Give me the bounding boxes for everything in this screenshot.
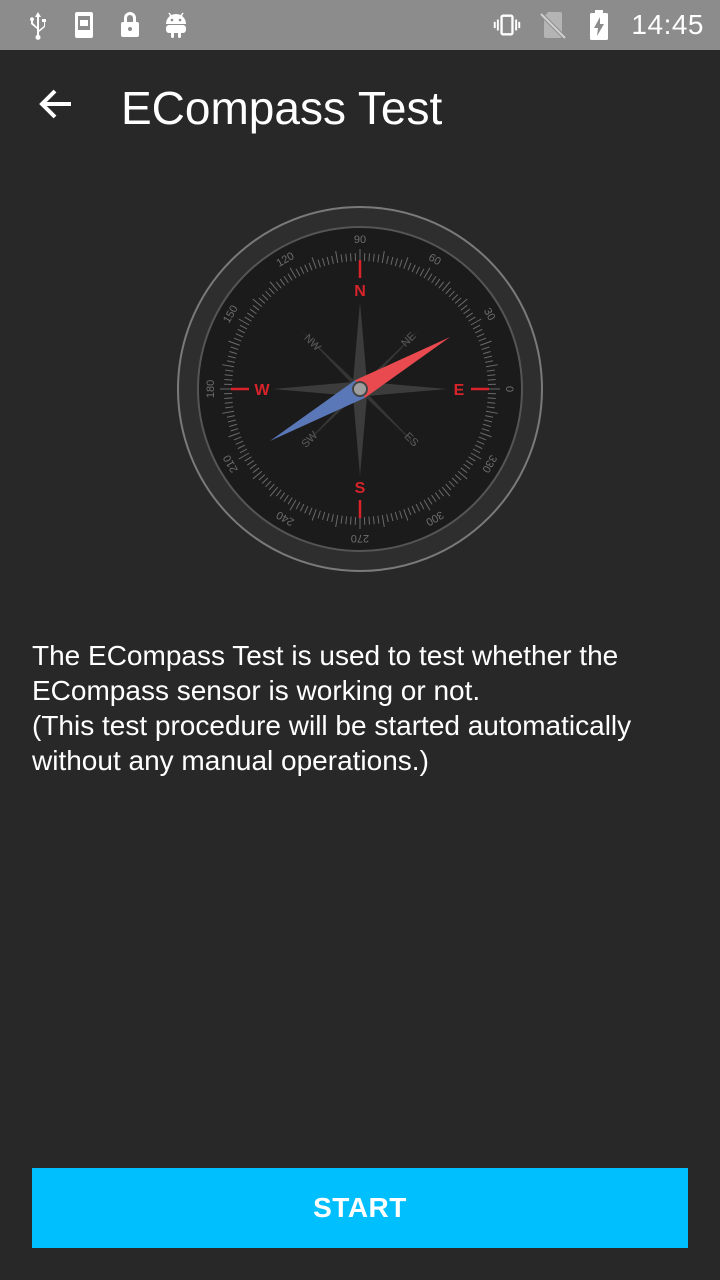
usb-icon [24, 10, 52, 40]
compass-dial: N S E W NE NW SW ES 03060901201501802102… [177, 206, 543, 572]
description-text: The ECompass Test is used to test whethe… [32, 638, 692, 778]
cardinal-west: W [254, 382, 270, 399]
cardinal-east: E [454, 382, 465, 399]
status-time: 14:45 [631, 9, 704, 40]
degree-label: 90 [354, 234, 366, 246]
cardinal-south: S [355, 480, 366, 497]
arrow-back-icon [36, 84, 76, 129]
dial-tick [368, 253, 370, 262]
dial-tick [224, 379, 233, 381]
no-sim-icon [539, 10, 567, 40]
vibrate-icon [493, 10, 521, 40]
screenshot-icon [70, 10, 98, 40]
description-line-2: (This test procedure will be started aut… [32, 710, 632, 776]
dial-tick [350, 253, 352, 262]
needle-pivot [352, 381, 368, 397]
app-bar: ECompass Test [0, 50, 720, 162]
dial-tick [350, 516, 352, 525]
description-line-1: The ECompass Test is used to test whethe… [32, 640, 619, 706]
start-button[interactable]: START [32, 1168, 688, 1248]
degree-label: 270 [351, 532, 369, 544]
battery-charging-icon [585, 10, 613, 40]
dial-tick [487, 379, 496, 381]
dial-tick [368, 516, 370, 525]
dial-tick [224, 397, 233, 399]
degree-label: 180 [205, 380, 217, 398]
degree-label: 0 [503, 386, 515, 392]
dial-tick [487, 397, 496, 399]
compass: N S E W NE NW SW ES 0 30 60 90 120 150 180 210 2… [175, 204, 545, 574]
cardinal-north: N [354, 283, 366, 300]
android-icon [162, 10, 190, 40]
back-button[interactable] [24, 74, 88, 138]
lock-icon [116, 10, 144, 40]
page-title: ECompass Test [121, 82, 443, 134]
status-bar: 14:45 [0, 0, 720, 50]
